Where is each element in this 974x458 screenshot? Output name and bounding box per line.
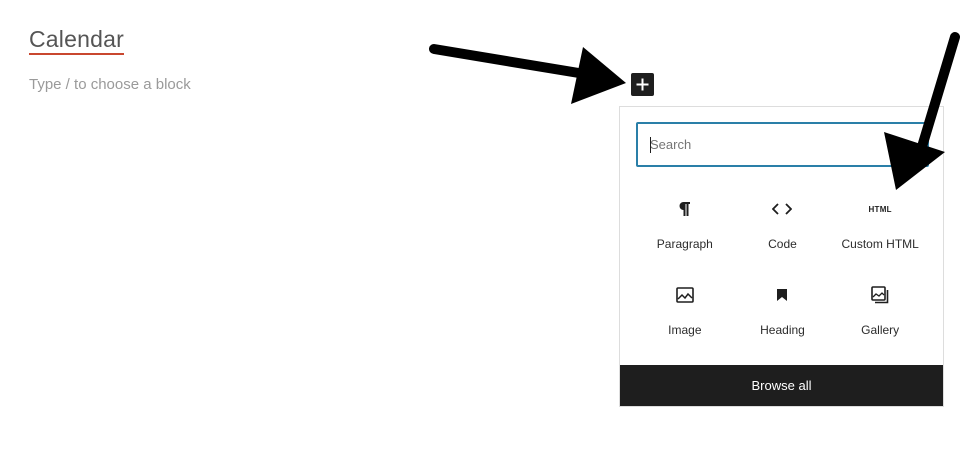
search-field[interactable] <box>636 122 929 167</box>
image-icon <box>676 283 694 307</box>
paragraph-icon <box>678 197 692 221</box>
block-heading-button[interactable]: Heading <box>734 273 832 339</box>
arrow-to-inserter <box>429 44 626 104</box>
block-code-button[interactable]: Code <box>734 187 832 253</box>
html-icon-text: HTML <box>868 204 892 214</box>
block-grid: Paragraph Code HTML Custom HTML Image He… <box>636 187 929 339</box>
html-icon: HTML <box>868 197 891 221</box>
post-title[interactable]: Calendar <box>29 26 124 55</box>
editor-canvas: Calendar Type / to choose a block Paragr… <box>0 0 974 458</box>
block-label: Custom HTML <box>841 237 919 251</box>
block-placeholder[interactable]: Type / to choose a block <box>29 76 191 93</box>
bookmark-icon <box>776 283 788 307</box>
block-label: Heading <box>760 323 805 337</box>
block-image-button[interactable]: Image <box>636 273 734 339</box>
block-inserter-toggle-button[interactable] <box>631 73 654 96</box>
block-gallery-button[interactable]: Gallery <box>831 273 929 339</box>
block-custom-html-button[interactable]: HTML Custom HTML <box>831 187 929 253</box>
code-icon <box>772 197 793 221</box>
block-label: Gallery <box>861 323 900 337</box>
text-caret <box>650 137 651 153</box>
block-paragraph-button[interactable]: Paragraph <box>636 187 734 253</box>
search-input[interactable] <box>638 124 927 165</box>
block-inserter-popover: Paragraph Code HTML Custom HTML <box>619 106 944 407</box>
browse-all-button[interactable]: Browse all <box>620 365 943 406</box>
block-label: Image <box>668 323 702 337</box>
block-label: Code <box>768 237 797 251</box>
gallery-icon <box>871 283 889 307</box>
block-label: Paragraph <box>656 237 713 251</box>
plus-icon <box>636 78 649 91</box>
